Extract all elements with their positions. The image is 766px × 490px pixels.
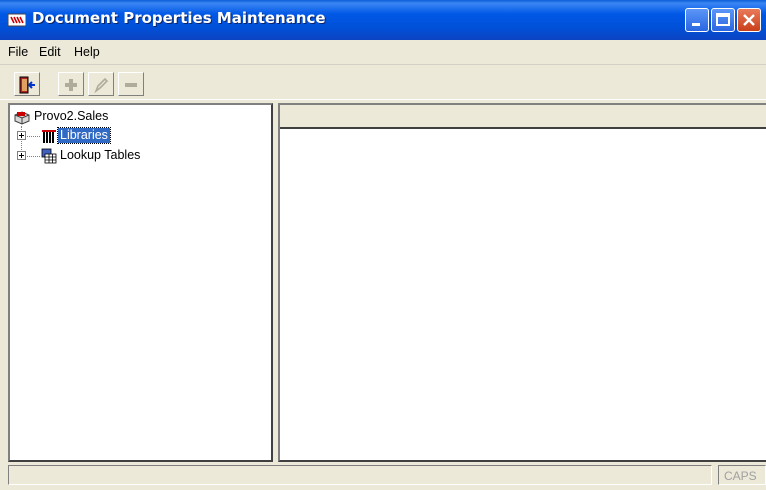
- tree-item-label: Libraries: [57, 127, 111, 144]
- menu-help[interactable]: Help: [74, 45, 100, 59]
- lookup-table-icon: [41, 148, 57, 164]
- close-icon: [743, 14, 755, 26]
- window-title: Document Properties Maintenance: [32, 9, 326, 27]
- menu-bar: File Edit Help: [0, 40, 766, 65]
- add-button[interactable]: [58, 72, 84, 96]
- maximize-icon: [716, 13, 730, 26]
- caps-lock-indicator: CAPS: [718, 465, 766, 485]
- maximize-button[interactable]: [711, 8, 735, 32]
- minimize-icon: [692, 23, 700, 26]
- delete-button[interactable]: [118, 72, 144, 96]
- toolbar: [0, 66, 766, 100]
- app-icon: [8, 13, 26, 27]
- edit-button[interactable]: [88, 72, 114, 96]
- list-column-header[interactable]: [280, 105, 766, 129]
- tree-connector: [27, 156, 40, 157]
- title-bar[interactable]: Document Properties Maintenance: [0, 0, 766, 40]
- database-icon: [14, 111, 30, 125]
- exit-door-icon: [19, 76, 35, 94]
- menu-file[interactable]: File: [8, 45, 28, 59]
- expand-toggle[interactable]: [17, 131, 26, 140]
- status-message: [8, 465, 712, 485]
- close-button[interactable]: [737, 8, 761, 32]
- tree-connector: [27, 136, 40, 137]
- pencil-icon: [94, 77, 109, 94]
- minus-icon: [125, 83, 137, 87]
- menu-edit[interactable]: Edit: [39, 45, 61, 59]
- expand-toggle[interactable]: [17, 151, 26, 160]
- minimize-button[interactable]: [685, 8, 709, 32]
- tree-item-lookup-tables[interactable]: Lookup Tables: [14, 148, 264, 165]
- plus-icon: [65, 79, 77, 91]
- exit-button[interactable]: [14, 72, 40, 96]
- tree-view[interactable]: Provo2.Sales Libraries Lookup Tables: [8, 103, 273, 462]
- status-bar: CAPS: [0, 462, 766, 490]
- tree-item-libraries[interactable]: Libraries: [14, 127, 264, 145]
- detail-list-view[interactable]: [278, 103, 766, 462]
- library-books-icon: [42, 130, 56, 143]
- tree-item-label: Lookup Tables: [60, 148, 141, 162]
- tree-root-label: Provo2.Sales: [34, 109, 109, 123]
